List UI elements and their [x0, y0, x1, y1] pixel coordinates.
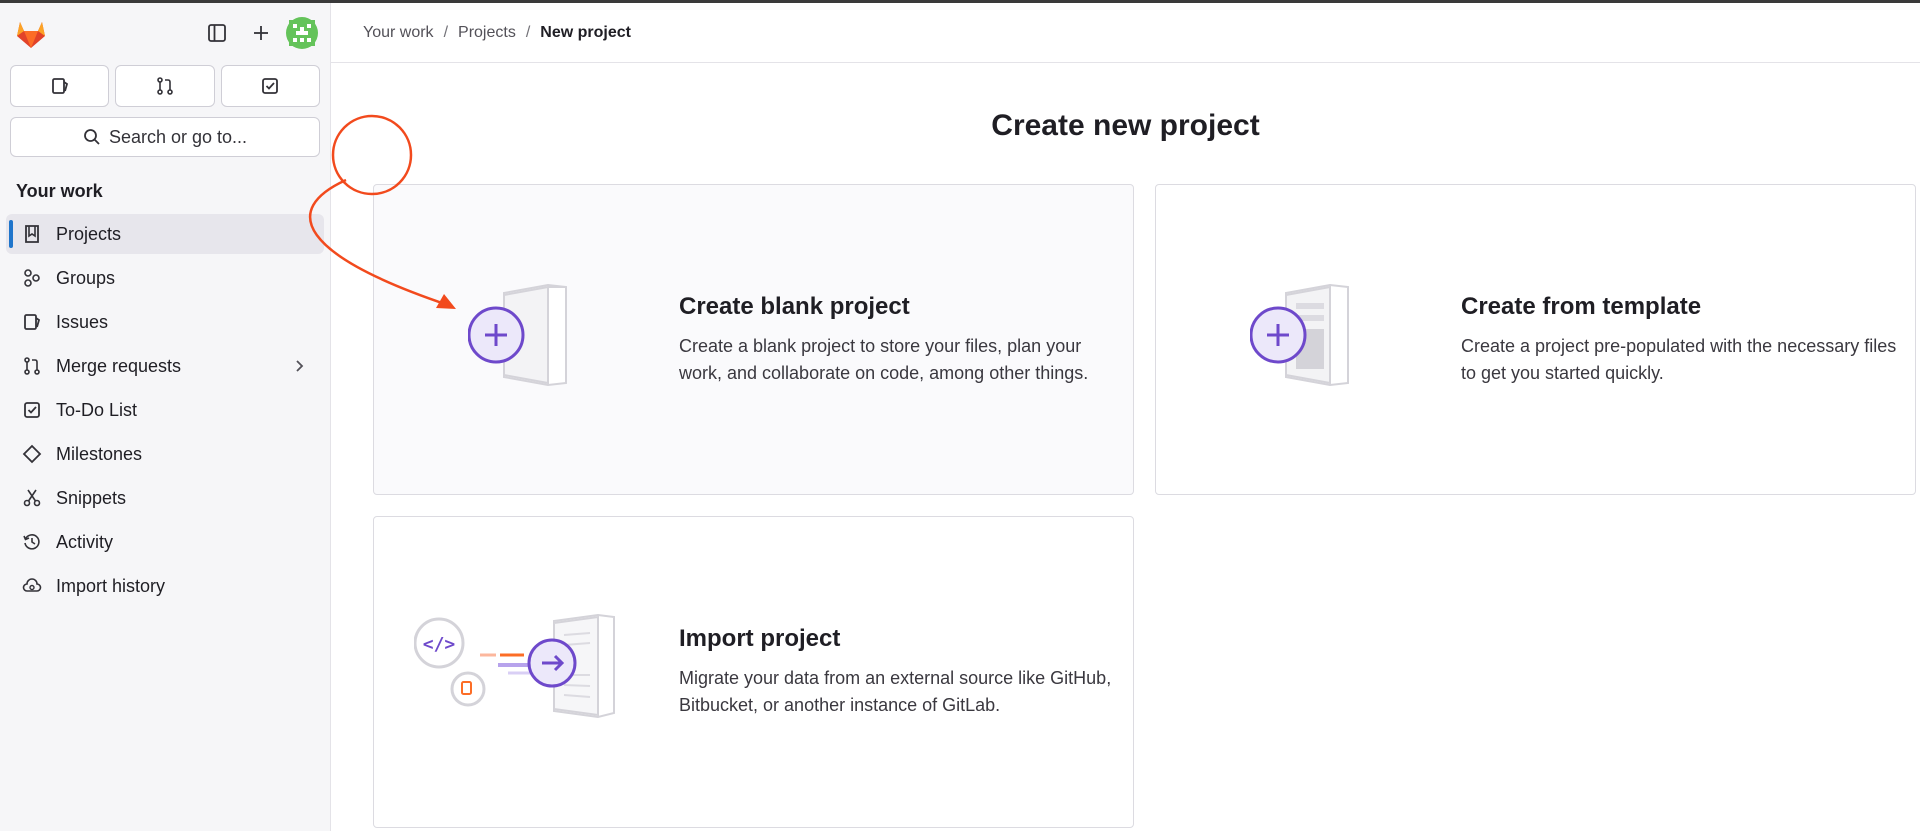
create-blank-project-card[interactable]: Create blank project Create a blank proj… — [373, 184, 1134, 495]
history-icon — [22, 532, 42, 552]
import-project-card[interactable]: </> Import project Migrate your data fro… — [373, 516, 1134, 828]
search-placeholder: Search or go to... — [108, 126, 248, 147]
blank-project-illustration — [467, 283, 578, 392]
card-description: Create a project pre-populated with the … — [1461, 336, 1897, 383]
sidebar-item-activity[interactable]: Activity — [6, 522, 324, 562]
merge-request-icon — [22, 356, 42, 376]
sidebar-item-label: To-Do List — [56, 399, 138, 420]
sidebar-item-label: Activity — [56, 531, 114, 552]
page-title: Create new project — [991, 109, 1260, 142]
gitlab-logo-icon[interactable] — [12, 14, 50, 52]
template-text: Create from template Create a project pr… — [1461, 293, 1901, 387]
create-from-template-card[interactable]: Create from template Create a project pr… — [1155, 184, 1916, 495]
template-illustration — [1249, 283, 1360, 392]
quick-actions-row — [0, 65, 330, 107]
issues-icon — [22, 312, 42, 332]
sidebar-item-label: Import history — [56, 575, 166, 596]
sidebar-item-merge-requests[interactable]: Merge requests — [6, 346, 324, 386]
milestone-icon — [22, 444, 42, 464]
blank-project-text: Create blank project Create a blank proj… — [679, 293, 1119, 387]
merge-request-icon — [157, 77, 173, 95]
sidebar-header — [0, 3, 330, 63]
todo-icon — [262, 78, 279, 94]
issues-icon — [51, 78, 68, 94]
sidebar-item-import-history[interactable]: Import history — [6, 566, 324, 606]
card-title: Import project — [679, 625, 841, 652]
search-button[interactable]: Search or go to... — [10, 117, 320, 157]
sidebar-header-actions — [198, 14, 318, 52]
project-icon — [22, 224, 42, 244]
sidebar-section-title: Your work — [16, 181, 103, 201]
import-project-illustration: </> — [413, 613, 639, 728]
sidebar: Search or go to... Your work Projects Gr… — [0, 3, 331, 831]
breadcrumb-link-your-work[interactable]: Your work — [363, 24, 434, 42]
breadcrumb-separator: / — [525, 23, 531, 41]
sidebar-item-label: Issues — [56, 311, 109, 332]
todo-icon — [22, 400, 42, 420]
search-icon — [84, 129, 100, 145]
group-icon — [22, 268, 42, 288]
card-description: Create a blank project to store your fil… — [679, 336, 1089, 383]
sidebar-item-label: Groups — [56, 267, 116, 288]
import-history-icon — [22, 576, 42, 596]
sidebar-item-label: Snippets — [56, 487, 127, 508]
sidebar-item-todo-list[interactable]: To-Do List — [6, 390, 324, 430]
sidebar-item-label: Projects — [56, 223, 122, 244]
sidebar-item-label: Merge requests — [56, 355, 182, 376]
card-description: Migrate your data from an external sourc… — [679, 668, 1112, 715]
breadcrumb-link-projects[interactable]: Projects — [458, 24, 516, 42]
sidebar-toggle-icon[interactable] — [198, 14, 236, 52]
sidebar-item-projects[interactable]: Projects — [6, 214, 324, 254]
sidebar-item-label: Milestones — [56, 443, 143, 464]
issues-shortcut-button[interactable] — [10, 65, 110, 107]
sidebar-item-milestones[interactable]: Milestones — [6, 434, 324, 474]
svg-text:</>: </> — [423, 634, 456, 655]
main-content: Your work / Projects / New project Creat… — [331, 3, 1920, 831]
chevron-right-icon[interactable] — [292, 356, 308, 381]
breadcrumb-current: New project — [540, 23, 631, 41]
todos-shortcut-button[interactable] — [220, 65, 320, 107]
breadcrumb-separator: / — [443, 23, 449, 41]
sidebar-item-issues[interactable]: Issues — [6, 302, 324, 342]
sidebar-item-groups[interactable]: Groups — [6, 258, 324, 298]
sidebar-nav: Projects Groups Issues Merge requests To… — [0, 214, 330, 606]
user-avatar[interactable] — [286, 17, 318, 49]
sidebar-item-snippets[interactable]: Snippets — [6, 478, 324, 518]
import-project-text: Import project Migrate your data from an… — [679, 625, 1119, 719]
card-title: Create from template — [1461, 293, 1702, 320]
card-title: Create blank project — [679, 293, 910, 320]
breadcrumb: Your work / Projects / New project — [331, 3, 1920, 63]
merge-requests-shortcut-button[interactable] — [115, 65, 215, 107]
create-new-plus-icon[interactable] — [242, 14, 280, 52]
snippet-icon — [22, 488, 42, 508]
